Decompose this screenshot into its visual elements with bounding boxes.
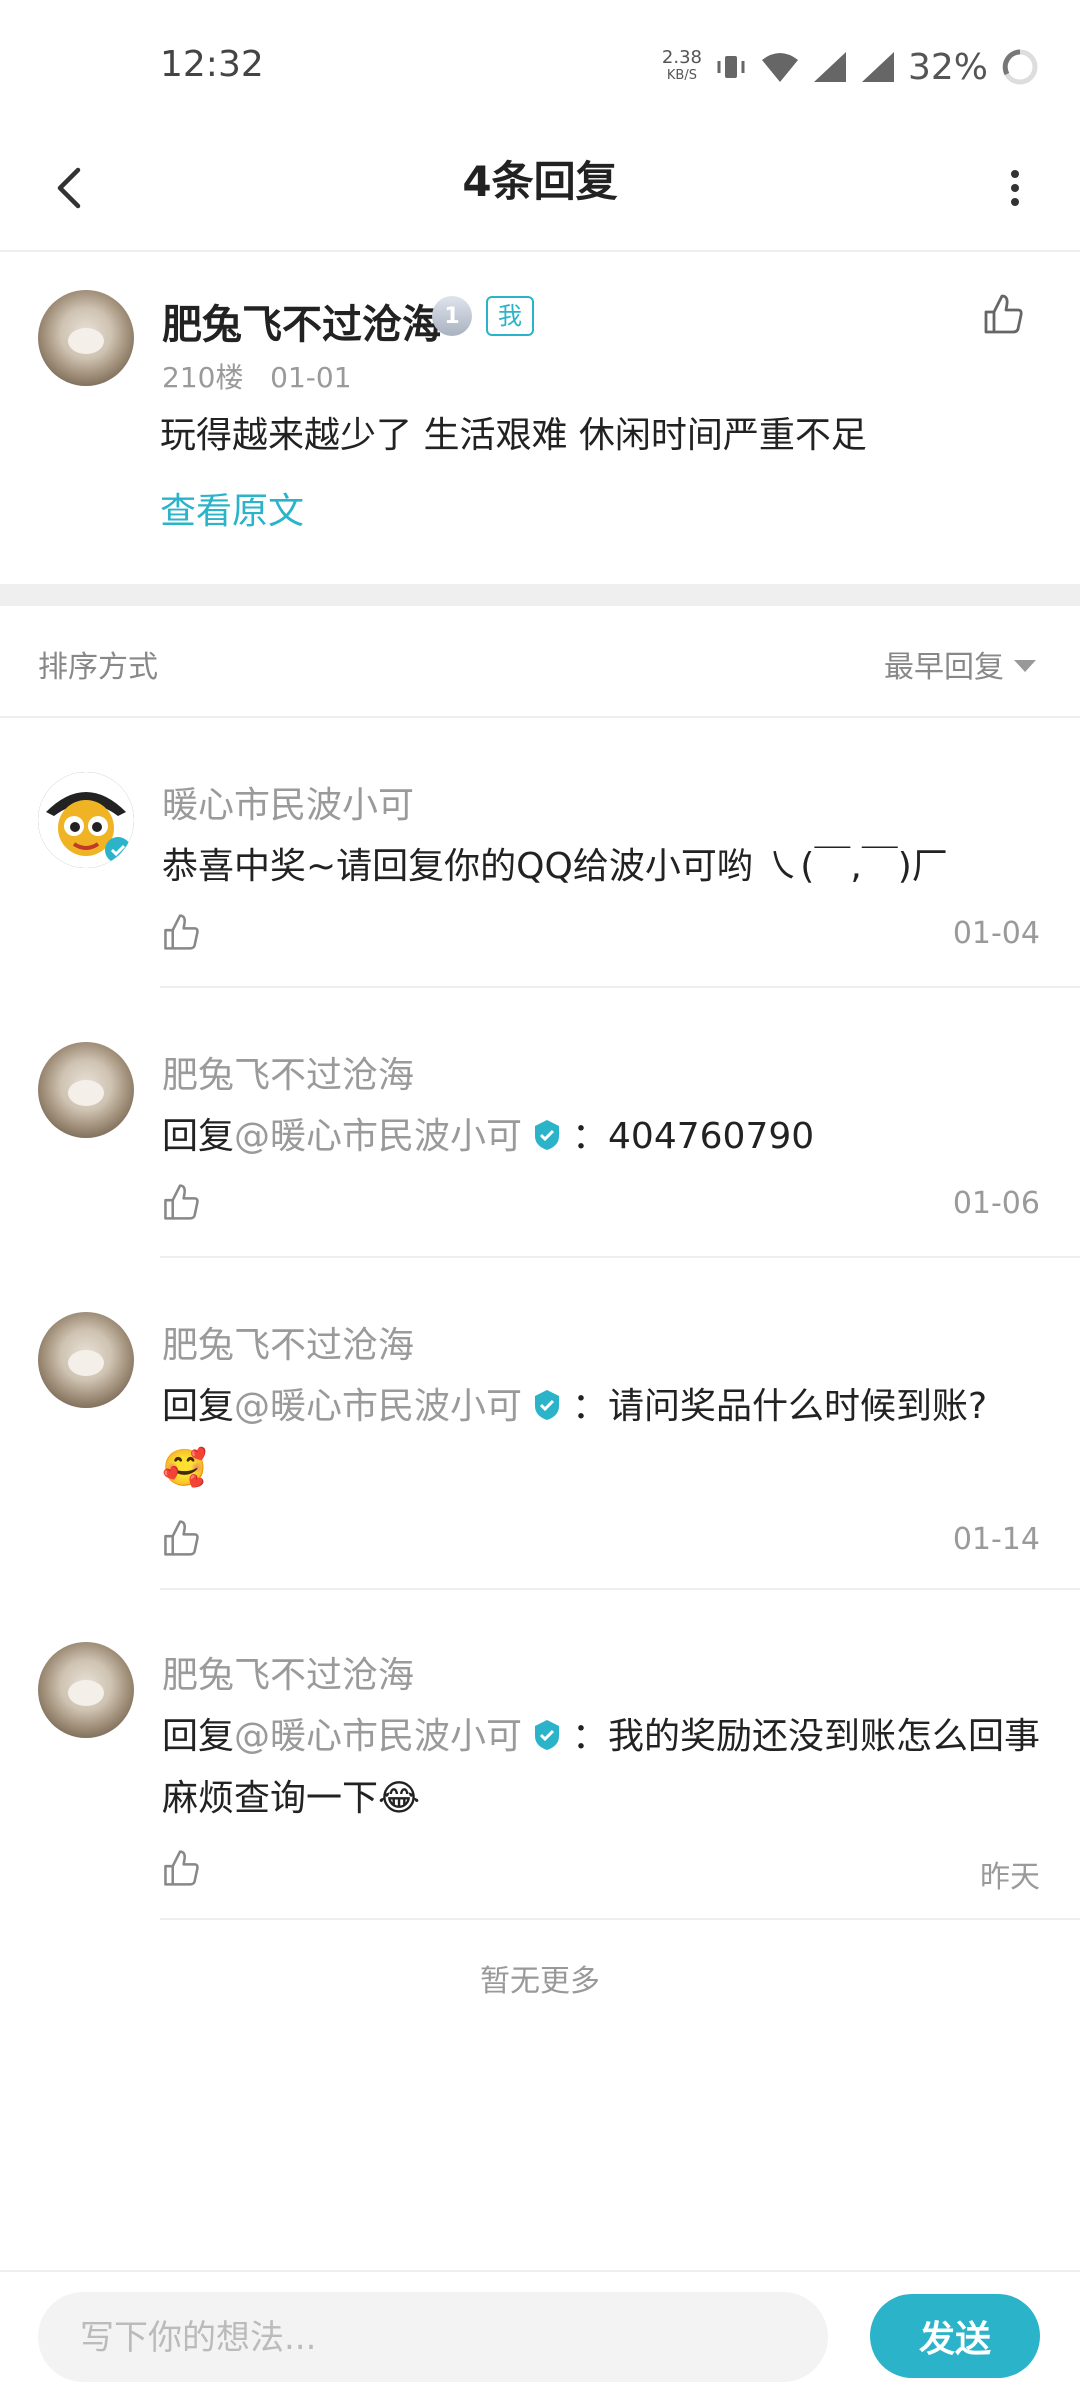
avatar[interactable]: [38, 1312, 134, 1408]
vibrate-icon: [714, 50, 748, 84]
no-more-label: 暂无更多: [480, 1964, 600, 1999]
thumbs-up-icon: [160, 1520, 200, 1562]
verified-badge-icon: [530, 1110, 564, 1150]
reply-text: ：请问奖品什么时候到账?: [572, 1386, 988, 1427]
section-divider: [0, 584, 1080, 606]
reply-author[interactable]: 肥兔飞不过沧海: [162, 1316, 414, 1368]
reply-author[interactable]: 暖心市民波小可: [162, 776, 414, 828]
status-icons: 2.38 KB/S 32%: [662, 42, 1040, 92]
level-badge: 1: [432, 296, 472, 336]
thumbs-up-icon: [160, 914, 200, 956]
comment-input-wrapper: [38, 2292, 828, 2384]
more-options-button[interactable]: [980, 150, 1050, 230]
mention-link[interactable]: @暖心市民波小可: [234, 1386, 522, 1427]
reply-divider: [160, 986, 1080, 988]
reply-prefix: 回复: [162, 1116, 235, 1157]
reply-time: 昨天: [980, 1860, 1040, 1895]
avatar[interactable]: [38, 772, 134, 868]
author-name[interactable]: 肥兔飞不过沧海: [162, 292, 442, 350]
reply-content: 回复@暖心市民波小可 ：我的奖励还没到账怎么回事 麻烦查询一下😂: [162, 1706, 1042, 1830]
avatar[interactable]: [38, 1642, 134, 1738]
more-vertical-icon: [1009, 168, 1021, 212]
reply-author[interactable]: 肥兔飞不过沧海: [162, 1646, 414, 1698]
like-button[interactable]: [160, 912, 200, 956]
post-date: 01-01: [270, 361, 352, 394]
post-meta: 210楼 01-01: [162, 356, 352, 396]
reply-time: 01-04: [952, 916, 1040, 951]
cell-signal-2-icon: [860, 50, 896, 84]
view-original-link[interactable]: 查看原文: [160, 482, 304, 534]
reply-time: 01-14: [952, 1522, 1040, 1557]
network-speed: 2.38 KB/S: [662, 49, 702, 85]
reply-item: 肥兔飞不过沧海 回复@暖心市民波小可 ：我的奖励还没到账怎么回事 麻烦查询一下😂 …: [0, 1642, 1080, 1920]
reply-text: ：404760790: [572, 1116, 815, 1157]
sort-dropdown[interactable]: 最早回复: [884, 642, 1036, 686]
wifi-icon: [760, 50, 800, 84]
avatar[interactable]: [38, 1042, 134, 1138]
sort-label: 排序方式: [38, 650, 158, 685]
thumbs-up-icon: [160, 1850, 200, 1892]
reply-divider: [160, 1588, 1080, 1590]
avatar[interactable]: [38, 290, 134, 386]
emoji: 🥰: [162, 1448, 207, 1489]
top-nav-bar: 4条回复: [0, 130, 1080, 252]
battery-percent: 32%: [907, 46, 988, 88]
reply-prefix: 回复: [162, 1716, 235, 1757]
reply-prefix: 回复: [162, 1386, 235, 1427]
reply-item: 肥兔飞不过沧海 回复@暖心市民波小可 ：请问奖品什么时候到账? 🥰 01-14: [0, 1312, 1080, 1590]
cell-signal-icon: [812, 50, 848, 84]
comment-composer: 发送: [0, 2270, 1080, 2402]
caret-down-icon: [1014, 660, 1036, 672]
network-speed-value: 2.38: [661, 47, 702, 68]
thumbs-up-icon: [160, 1184, 200, 1226]
network-speed-unit: KB/S: [666, 68, 697, 83]
mention-link[interactable]: @暖心市民波小可: [234, 1116, 522, 1157]
page-title: 4条回复: [462, 157, 618, 206]
status-time: 12:32: [160, 44, 264, 85]
reply-item: 暖心市民波小可 恭喜中奖~请回复你的QQ给波小可哟 ㇏(￣,￣)厂 01-04: [0, 772, 1080, 988]
emoji: 😂: [378, 1778, 421, 1819]
like-button[interactable]: [160, 1848, 200, 1892]
like-button[interactable]: [160, 1182, 200, 1226]
battery-ring-icon: [1000, 47, 1040, 87]
verified-badge-icon: [530, 1710, 564, 1750]
reply-author[interactable]: 肥兔飞不过沧海: [162, 1046, 414, 1098]
status-bar: 12:32 2.38 KB/S 32%: [0, 0, 1080, 130]
reply-item: 肥兔飞不过沧海 回复@暖心市民波小可 ：404760790 01-06: [0, 1042, 1080, 1258]
like-button[interactable]: [160, 1518, 200, 1562]
reply-content: 回复@暖心市民波小可 ：请问奖品什么时候到账? 🥰: [162, 1376, 1042, 1500]
verified-badge-icon: [530, 1380, 564, 1420]
me-badge: 我: [486, 296, 534, 336]
reply-content: 回复@暖心市民波小可 ：404760790: [162, 1106, 1042, 1168]
mention-link[interactable]: @暖心市民波小可: [234, 1716, 522, 1757]
sort-bar: 排序方式 最早回复: [0, 606, 1080, 718]
send-button[interactable]: 发送: [870, 2294, 1040, 2378]
floor-number: 210楼: [162, 361, 244, 394]
sort-selected: 最早回复: [884, 650, 1004, 685]
comment-input[interactable]: [78, 2292, 802, 2384]
thumbs-up-icon: [980, 294, 1024, 340]
post-content: 玩得越来越少了 生活艰难 休闲时间严重不足: [160, 415, 867, 456]
reply-divider: [160, 1918, 1080, 1920]
like-button[interactable]: [980, 292, 1024, 340]
reply-divider: [160, 1256, 1080, 1258]
reply-time: 01-06: [952, 1186, 1040, 1221]
original-comment: 肥兔飞不过沧海 1 我 210楼 01-01 玩得越来越少了 生活艰难 休闲时间…: [0, 252, 1080, 582]
reply-content: 恭喜中奖~请回复你的QQ给波小可哟 ㇏(￣,￣)厂: [162, 846, 948, 887]
